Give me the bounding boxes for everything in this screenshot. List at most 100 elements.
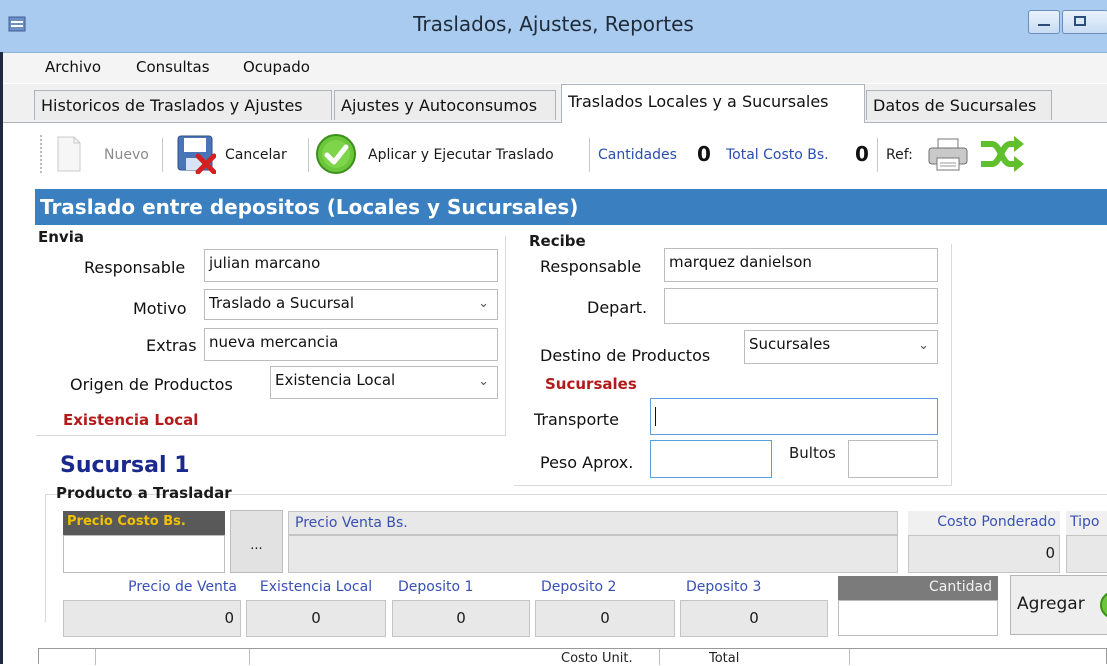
browse-button[interactable]: ... — [230, 510, 283, 573]
aplicar-button[interactable]: Aplicar y Ejecutar Traslado — [315, 132, 583, 176]
destino-note: Sucursales — [545, 375, 637, 393]
nuevo-label: Nuevo — [104, 147, 149, 163]
precio-venta-bs-field — [288, 535, 898, 573]
precio-venta-value: 0 — [63, 600, 241, 637]
transporte-label: Transporte — [534, 410, 619, 429]
producto-group-title: Producto a Trasladar — [56, 484, 232, 502]
envia-responsable-input[interactable]: julian marcano — [204, 249, 498, 282]
tab-bar: Historicos de Traslados y Ajustes Ajuste… — [0, 84, 1107, 123]
maximize-icon — [1074, 16, 1086, 26]
shuffle-icon[interactable] — [978, 134, 1026, 174]
cantidades-value: 0 — [697, 142, 711, 166]
deposito1-value: 0 — [392, 600, 530, 637]
motivo-label: Motivo — [133, 299, 187, 318]
motivo-select[interactable]: Traslado a Sucursal ⌄ — [204, 289, 498, 320]
cantidad-input[interactable] — [838, 600, 998, 636]
toolbar-separator — [308, 138, 309, 172]
column-divider — [95, 649, 96, 665]
tipo-field — [1066, 535, 1107, 573]
minimize-button[interactable] — [1028, 10, 1060, 34]
extras-input[interactable]: nueva mercancia — [204, 328, 498, 361]
existencia-value: 0 — [246, 600, 386, 637]
tab-ajustes[interactable]: Ajustes y Autoconsumos — [334, 90, 556, 120]
cantidades-label: Cantidades — [598, 147, 677, 163]
destino-select[interactable]: Sucursales ⌄ — [744, 330, 938, 364]
sucursal-name: Sucursal 1 — [60, 453, 190, 478]
total-costo-label: Total Costo Bs. — [726, 147, 829, 163]
tab-historicos[interactable]: Historicos de Traslados y Ajustes — [34, 90, 332, 120]
agregar-label: Agregar — [1017, 594, 1085, 614]
maximize-button[interactable] — [1062, 10, 1107, 34]
recibe-responsable-input[interactable]: marquez danielson — [664, 248, 938, 282]
destino-value: Sucursales — [749, 335, 831, 353]
chevron-down-icon: ⌄ — [918, 338, 929, 353]
toolbar-separator — [589, 138, 590, 172]
tab-traslados[interactable]: Traslados Locales y a Sucursales — [561, 84, 865, 123]
check-circle-icon — [316, 134, 356, 174]
costo-ponderado-value: 0 — [908, 535, 1060, 573]
cancel-save-icon — [177, 135, 216, 174]
depart-input[interactable] — [664, 288, 938, 324]
menu-ocupado[interactable]: Ocupado — [243, 58, 310, 76]
depart-label: Depart. — [587, 298, 648, 317]
title-bar: Traslados, Ajustes, Reportes — [0, 0, 1107, 53]
menu-archivo[interactable]: Archivo — [45, 58, 101, 76]
peso-input[interactable] — [650, 440, 772, 478]
origen-value: Existencia Local — [275, 371, 396, 389]
toolbar-grip — [40, 135, 45, 173]
peso-label: Peso Aprox. — [540, 453, 634, 472]
column-divider — [659, 649, 660, 665]
product-table-header: Costo Unit. Total — [38, 648, 1107, 666]
window-title: Traslados, Ajustes, Reportes — [413, 12, 694, 36]
tab-datos-sucursales[interactable]: Datos de Sucursales — [866, 90, 1052, 120]
chevron-down-icon: ⌄ — [478, 374, 489, 389]
text-cursor — [655, 407, 656, 426]
precio-venta-bs-header: Precio Venta Bs. — [288, 511, 898, 535]
deposito2-header: Deposito 2 — [541, 579, 617, 595]
cantidad-header: Cantidad — [838, 576, 998, 600]
recibe-group-title: Recibe — [529, 232, 586, 250]
precio-venta-header: Precio de Venta — [128, 579, 237, 595]
motivo-value: Traslado a Sucursal — [209, 294, 355, 312]
envia-group-title: Envia — [38, 228, 84, 246]
total-costo-value: 0 — [855, 142, 869, 166]
toolbar-separator — [877, 138, 878, 172]
tipo-header: Tipo — [1066, 511, 1107, 535]
window-left-border — [0, 52, 3, 664]
aplicar-label: Aplicar y Ejecutar Traslado — [368, 147, 554, 163]
origen-note: Existencia Local — [63, 411, 199, 429]
new-document-icon — [57, 136, 81, 172]
origen-select[interactable]: Existencia Local ⌄ — [270, 366, 498, 399]
printer-icon[interactable] — [926, 136, 970, 172]
cancelar-label: Cancelar — [225, 147, 287, 163]
ref-label: Ref: — [886, 147, 913, 163]
menu-consultas[interactable]: Consultas — [136, 58, 210, 76]
column-divider — [249, 649, 250, 665]
precio-costo-input[interactable] — [63, 535, 225, 573]
precio-costo-header: Precio Costo Bs. — [63, 511, 225, 535]
transporte-input[interactable] — [650, 398, 938, 435]
deposito3-header: Deposito 3 — [686, 579, 762, 595]
column-divider — [849, 649, 850, 665]
minimize-icon — [1038, 24, 1050, 26]
bultos-input[interactable] — [848, 440, 938, 478]
envia-responsable-label: Responsable — [84, 258, 186, 277]
costo-ponderado-header: Costo Ponderado — [908, 511, 1060, 535]
deposito2-value: 0 — [535, 600, 675, 637]
bultos-label: Bultos — [789, 444, 836, 462]
chevron-down-icon: ⌄ — [478, 296, 489, 311]
nuevo-button[interactable]: Nuevo — [52, 134, 158, 176]
destino-label: Destino de Productos — [540, 346, 711, 365]
cancelar-button[interactable]: Cancelar — [170, 132, 302, 176]
agregar-button[interactable]: Agregar — [1010, 575, 1107, 635]
deposito1-header: Deposito 1 — [398, 579, 474, 595]
origen-label: Origen de Productos — [70, 375, 233, 394]
add-icon — [1100, 592, 1107, 618]
extras-label: Extras — [146, 336, 197, 355]
recibe-responsable-label: Responsable — [540, 257, 642, 276]
toolbar-separator — [162, 138, 163, 172]
menu-bar: Archivo Consultas Ocupado — [0, 53, 1107, 83]
section-header: Traslado entre depositos (Locales y Sucu… — [35, 189, 1107, 225]
deposito3-value: 0 — [680, 600, 828, 637]
existencia-header: Existencia Local — [259, 579, 373, 595]
